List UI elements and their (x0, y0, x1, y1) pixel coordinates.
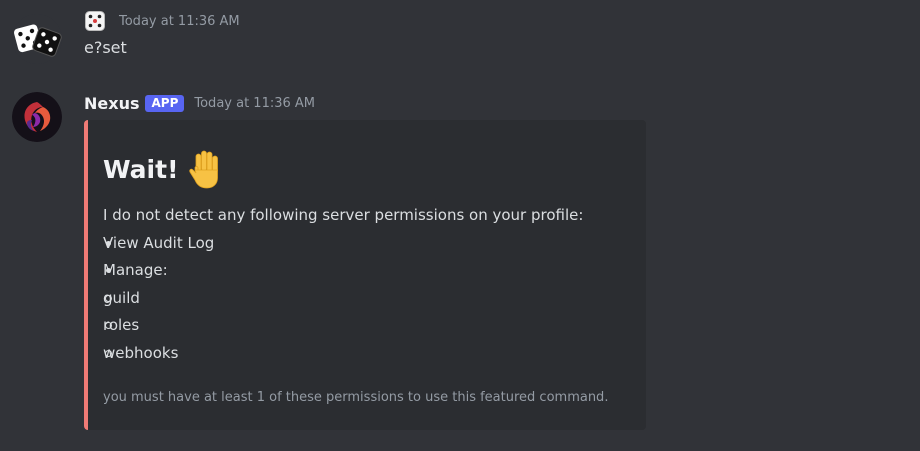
list-item: View Audit Log (103, 230, 633, 258)
embed-title-text: Wait! (103, 154, 179, 184)
embed-description: I do not detect any following server per… (103, 202, 633, 367)
embed-intro: I do not detect any following server per… (103, 206, 584, 224)
raised-hand-icon (186, 148, 224, 190)
phoenix-avatar-icon[interactable] (12, 92, 62, 142)
embed-title: Wait! (103, 148, 224, 190)
list-subitem: guild (103, 285, 633, 313)
message-header: Nexus APP Today at 11:36 AM (84, 93, 315, 113)
message-header: Today at 11:36 AM (84, 10, 240, 32)
chat-area: Today at 11:36 AM e?set Nexus APP Today … (0, 0, 920, 451)
list-item: Manage: guild roles webhooks (103, 257, 633, 367)
embed-footer: you must have at least 1 of these permis… (103, 390, 609, 405)
username[interactable]: Nexus (84, 94, 139, 113)
embed: Wait! I do not detect any following serv… (84, 120, 646, 430)
list-subitem: roles (103, 312, 633, 340)
message-content: e?set (84, 38, 127, 57)
dice-icon[interactable] (84, 10, 106, 32)
list-subitem: webhooks (103, 340, 633, 368)
dice-avatar-icon[interactable] (12, 14, 62, 64)
permission-sublist: guild roles webhooks (103, 285, 633, 368)
app-badge: APP (145, 94, 185, 112)
permission-list: View Audit Log Manage: guild roles webho… (103, 230, 633, 368)
message-timestamp: Today at 11:36 AM (119, 13, 240, 29)
message-timestamp: Today at 11:36 AM (194, 95, 316, 111)
